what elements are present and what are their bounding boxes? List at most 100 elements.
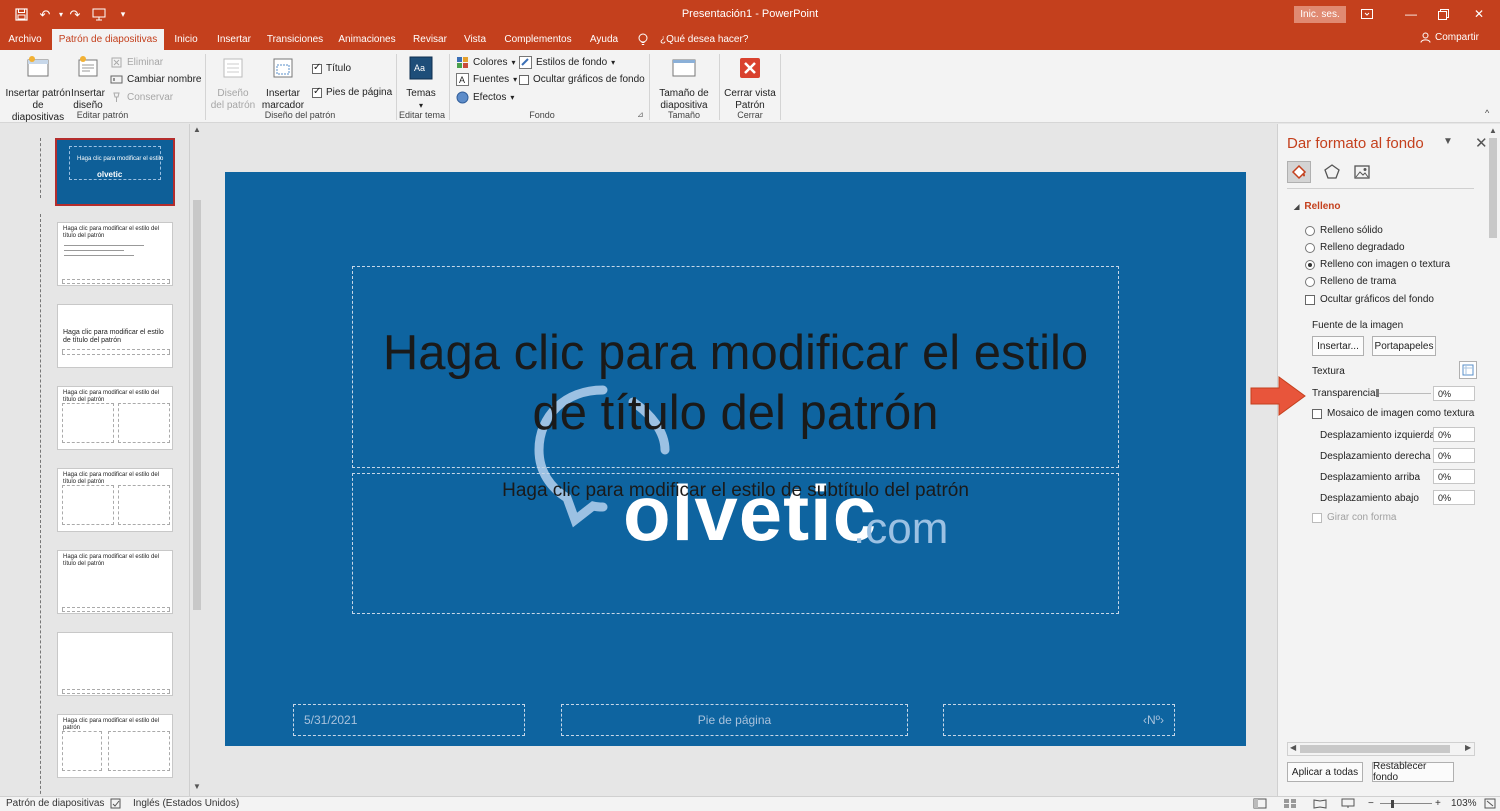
- tell-me-search[interactable]: ¿Qué desea hacer?: [660, 29, 748, 50]
- slide-sorter-icon[interactable]: [1283, 798, 1297, 811]
- tab-complementos[interactable]: Complementos: [499, 29, 577, 50]
- dialog-launcher-icon[interactable]: ⊿: [637, 110, 644, 119]
- slide-thumbnail-master[interactable]: Haga clic para modificar el estilo olvet…: [55, 138, 175, 206]
- zoom-out-icon[interactable]: −: [1368, 798, 1374, 809]
- colors-button[interactable]: Colores ▾: [456, 56, 515, 69]
- solid-fill-radio[interactable]: [1305, 225, 1315, 236]
- hide-bg-graphics-checkbox[interactable]: [1305, 294, 1315, 305]
- close-master-view-button[interactable]: Cerrar vista Patrón: [723, 55, 777, 112]
- offset-top-input[interactable]: 0%: [1433, 469, 1475, 484]
- delete-button[interactable]: Eliminar: [110, 56, 163, 69]
- insert-placeholder-button[interactable]: Insertar marcador: [258, 55, 308, 112]
- scroll-up-icon[interactable]: ▲: [193, 125, 201, 134]
- offset-right-input[interactable]: 0%: [1433, 448, 1475, 463]
- preserve-button[interactable]: Conservar: [110, 91, 173, 104]
- zoom-level[interactable]: 103%: [1451, 798, 1477, 809]
- offset-bottom-input[interactable]: 0%: [1433, 490, 1475, 505]
- bg-styles-button[interactable]: Estilos de fondo ▾: [519, 56, 615, 69]
- redo-icon[interactable]: ↷: [66, 6, 84, 23]
- pattern-fill-option[interactable]: Relleno de trama: [1305, 276, 1396, 287]
- footer-placeholder[interactable]: Pie de página: [561, 704, 908, 736]
- title-check-box[interactable]: [312, 62, 322, 74]
- footers-check-box[interactable]: [312, 86, 322, 98]
- effects-tab-icon[interactable]: [1320, 161, 1344, 183]
- apply-to-all-button[interactable]: Aplicar a todas: [1287, 762, 1363, 782]
- ribbon-display-icon[interactable]: [1356, 4, 1378, 24]
- slide-title-text[interactable]: Haga clic para modificar el estilo de tí…: [353, 323, 1118, 443]
- footers-checkbox[interactable]: Pies de página: [312, 86, 392, 98]
- transparency-input[interactable]: 0%: [1433, 386, 1475, 401]
- clipboard-button[interactable]: Portapapeles: [1372, 336, 1436, 356]
- hide-bg-graphics-option[interactable]: Ocultar gráficos del fondo: [1305, 294, 1434, 305]
- scroll-up-icon[interactable]: ▲: [1489, 126, 1497, 135]
- pane-options-dropdown-icon[interactable]: ▼: [1443, 136, 1453, 147]
- master-layout-button[interactable]: Diseño del patrón: [210, 55, 256, 112]
- tab-inicio[interactable]: Inicio: [166, 29, 206, 50]
- scroll-down-icon[interactable]: ▼: [193, 782, 201, 791]
- fonts-button[interactable]: A Fuentes ▾: [456, 73, 517, 86]
- slide-number-placeholder[interactable]: ‹Nº›: [943, 704, 1175, 736]
- subtitle-placeholder[interactable]: Haga clic para modificar el estilo de su…: [352, 473, 1119, 614]
- status-language[interactable]: Inglés (Estados Unidos): [133, 798, 239, 809]
- close-window-icon[interactable]: ✕: [1468, 4, 1490, 24]
- tile-texture-option[interactable]: Mosaico de imagen como textura: [1312, 408, 1474, 419]
- share-button[interactable]: Compartir: [1420, 32, 1479, 43]
- slide-thumbnail[interactable]: Haga clic para modificar el estilo del t…: [57, 386, 173, 450]
- transparency-slider-track[interactable]: [1379, 393, 1431, 394]
- picture-fill-option[interactable]: Relleno con imagen o textura: [1305, 259, 1450, 270]
- slide-thumbnail[interactable]: Haga clic para modificar el estilo del t…: [57, 222, 173, 286]
- fill-section-header[interactable]: ◢ Relleno: [1294, 201, 1341, 212]
- tab-slide-master[interactable]: Patrón de diapositivas: [52, 29, 164, 50]
- title-checkbox[interactable]: Título: [312, 62, 351, 74]
- restore-icon[interactable]: [1432, 4, 1454, 24]
- minimize-icon[interactable]: —: [1400, 4, 1422, 24]
- collapse-ribbon-icon[interactable]: ^: [1485, 108, 1489, 118]
- offset-left-input[interactable]: 0%: [1433, 427, 1475, 442]
- rotate-with-shape-option[interactable]: Girar con forma: [1312, 512, 1396, 523]
- tab-revisar[interactable]: Revisar: [408, 29, 452, 50]
- tab-ayuda[interactable]: Ayuda: [584, 29, 624, 50]
- slide-master-canvas[interactable]: olvetic .com Haga clic para modificar el…: [225, 172, 1246, 746]
- slide-size-button[interactable]: Tamaño de diapositiva: [652, 55, 716, 112]
- reset-background-button[interactable]: Restablecer fondo: [1372, 761, 1454, 783]
- normal-view-icon[interactable]: [1253, 798, 1267, 811]
- tile-texture-checkbox[interactable]: [1312, 408, 1322, 419]
- title-placeholder[interactable]: Haga clic para modificar el estilo de tí…: [352, 266, 1119, 468]
- tab-animaciones[interactable]: Animaciones: [334, 29, 400, 50]
- pane-horizontal-scrollbar[interactable]: ◀ ▶: [1287, 742, 1475, 756]
- spellcheck-icon[interactable]: [110, 798, 122, 811]
- slide-thumbnail-blank[interactable]: [57, 632, 173, 696]
- tab-transiciones[interactable]: Transiciones: [263, 29, 327, 50]
- date-placeholder[interactable]: 5/31/2021: [293, 704, 525, 736]
- thumbnail-scrollbar[interactable]: ▲ ▼: [189, 124, 204, 796]
- customize-qat-icon[interactable]: ▾: [114, 6, 132, 23]
- picture-tab-icon[interactable]: [1350, 161, 1374, 183]
- picture-fill-radio[interactable]: [1305, 259, 1315, 270]
- pattern-fill-radio[interactable]: [1305, 276, 1315, 287]
- tab-vista[interactable]: Vista: [458, 29, 492, 50]
- zoom-in-icon[interactable]: +: [1435, 798, 1441, 809]
- slideshow-icon[interactable]: [1341, 798, 1355, 811]
- pane-vertical-scrollbar[interactable]: ▲: [1486, 124, 1500, 796]
- slide-thumbnail[interactable]: Haga clic para modificar el estilo del p…: [57, 714, 173, 778]
- solid-fill-option[interactable]: Relleno sólido: [1305, 225, 1383, 236]
- slide-thumbnail[interactable]: Haga clic para modificar el estilo del t…: [57, 468, 173, 532]
- from-start-icon[interactable]: [90, 6, 108, 23]
- effects-button[interactable]: Efectos ▾: [456, 91, 514, 104]
- rotate-with-shape-checkbox[interactable]: [1312, 512, 1322, 523]
- slide-thumbnail[interactable]: Haga clic para modificar el estilo del t…: [57, 550, 173, 614]
- gradient-fill-radio[interactable]: [1305, 242, 1315, 253]
- texture-picker[interactable]: [1459, 361, 1477, 379]
- hide-bg-check-box[interactable]: [519, 74, 529, 85]
- scroll-thumb[interactable]: [1489, 138, 1497, 238]
- tab-archivo[interactable]: Archivo: [0, 29, 50, 50]
- scroll-thumb[interactable]: [193, 200, 201, 610]
- save-icon[interactable]: [12, 6, 30, 23]
- zoom-slider-thumb[interactable]: [1391, 800, 1394, 808]
- zoom-slider-track[interactable]: [1380, 803, 1432, 804]
- rename-button[interactable]: Cambiar nombre: [110, 73, 201, 86]
- scroll-thumb[interactable]: [1300, 745, 1450, 753]
- insert-layout-button[interactable]: Insertar diseño: [70, 55, 106, 112]
- themes-button[interactable]: Aa Temas ▾: [400, 55, 442, 112]
- reading-view-icon[interactable]: [1313, 798, 1327, 811]
